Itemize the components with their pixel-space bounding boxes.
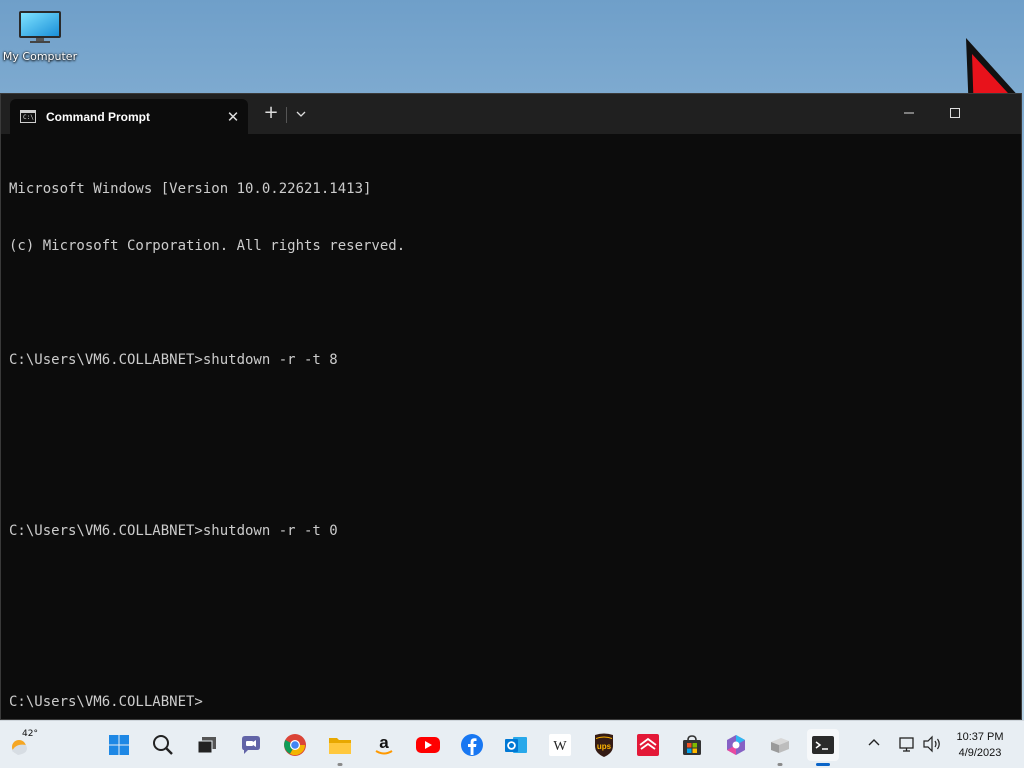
maximize-button[interactable] (937, 102, 973, 124)
minimize-icon (904, 112, 914, 114)
active-indicator (816, 763, 830, 766)
microsoft-store-button[interactable] (676, 729, 708, 761)
ups-button[interactable]: ups (588, 729, 620, 761)
copilot-button[interactable] (720, 729, 752, 761)
clock[interactable]: 10:37 PM 4/9/2023 (948, 729, 1012, 761)
show-hidden-icons-button[interactable] (866, 735, 882, 751)
console-line: (c) Microsoft Corporation. All rights re… (9, 238, 406, 254)
weather-widget[interactable]: 42° (8, 729, 42, 761)
svg-text:ups: ups (597, 742, 612, 751)
chat-icon (242, 736, 260, 754)
bank-of-america-button[interactable] (632, 729, 664, 761)
chrome-icon (284, 734, 306, 756)
wikipedia-button[interactable]: W (544, 729, 576, 761)
outlook-icon (505, 737, 527, 753)
chevron-up-icon (868, 739, 880, 746)
chevron-down-icon (296, 111, 306, 117)
amazon-icon: a (375, 733, 393, 755)
chrome-button[interactable] (279, 729, 311, 761)
cmd-icon: C:\ (20, 110, 36, 123)
microsoft-store-icon (683, 735, 701, 755)
desktop-icon-my-computer[interactable]: My Computer (0, 8, 80, 63)
search-button[interactable] (147, 729, 179, 761)
system-tool-button[interactable] (764, 729, 796, 766)
network-button[interactable] (898, 735, 916, 753)
wikipedia-icon: W (549, 734, 571, 756)
minimize-button[interactable] (891, 102, 927, 124)
tab-command-prompt[interactable]: C:\ Command Prompt ✕ (10, 99, 248, 134)
new-tab-button[interactable]: + (260, 102, 282, 123)
youtube-icon (416, 737, 440, 753)
tab-divider (286, 107, 287, 123)
task-view-icon (197, 737, 216, 754)
amazon-button[interactable]: a (368, 729, 400, 761)
task-view-button[interactable] (191, 729, 223, 761)
youtube-button[interactable] (412, 729, 444, 761)
clock-time: 10:37 PM (956, 731, 1004, 743)
clock-date: 4/9/2023 (958, 747, 1002, 759)
weather-temp: 42° (22, 729, 38, 739)
monitor-icon (18, 10, 62, 44)
running-indicator (777, 763, 783, 766)
running-indicator (337, 763, 343, 766)
volume-button[interactable] (922, 735, 942, 753)
console-output[interactable]: Microsoft Windows [Version 10.0.22621.14… (9, 142, 1013, 750)
search-icon (153, 735, 173, 755)
terminal-window: C:\ Command Prompt ✕ + Microsoft Windows… (0, 93, 1022, 720)
desktop-icon-label: My Computer (2, 50, 78, 63)
console-prompt-line: C:\Users\VM6.COLLABNET> (9, 694, 203, 710)
copilot-icon (727, 735, 745, 755)
chat-button[interactable] (235, 729, 267, 761)
title-bar: C:\ Command Prompt ✕ + (1, 94, 1021, 134)
bank-of-america-icon (637, 734, 659, 756)
tab-close-button[interactable]: ✕ (218, 108, 248, 126)
facebook-icon (461, 734, 483, 756)
file-explorer-button[interactable] (324, 729, 356, 766)
taskbar: 42° a W ups 10:37 PM 4/9/2023 (0, 720, 1024, 768)
console-line: C:\Users\VM6.COLLABNET>shutdown -r -t 0 (9, 523, 338, 539)
tab-title: Command Prompt (46, 109, 151, 124)
svg-text:a: a (379, 733, 389, 752)
facebook-button[interactable] (456, 729, 488, 761)
ups-icon: ups (595, 733, 613, 757)
system-tool-icon (771, 738, 789, 753)
console-line: C:\Users\VM6.COLLABNET>shutdown -r -t 8 (9, 352, 338, 368)
network-icon (899, 737, 914, 752)
start-button[interactable] (103, 729, 135, 761)
start-icon (109, 735, 129, 755)
terminal-button[interactable] (807, 729, 839, 766)
terminal-icon (812, 736, 834, 754)
maximize-icon (950, 108, 960, 118)
speaker-icon (923, 735, 940, 753)
outlook-button[interactable] (500, 729, 532, 761)
file-explorer-icon (329, 738, 351, 754)
tab-dropdown-button[interactable] (291, 106, 311, 122)
console-line: Microsoft Windows [Version 10.0.22621.14… (9, 181, 372, 197)
svg-text:W: W (553, 739, 567, 754)
